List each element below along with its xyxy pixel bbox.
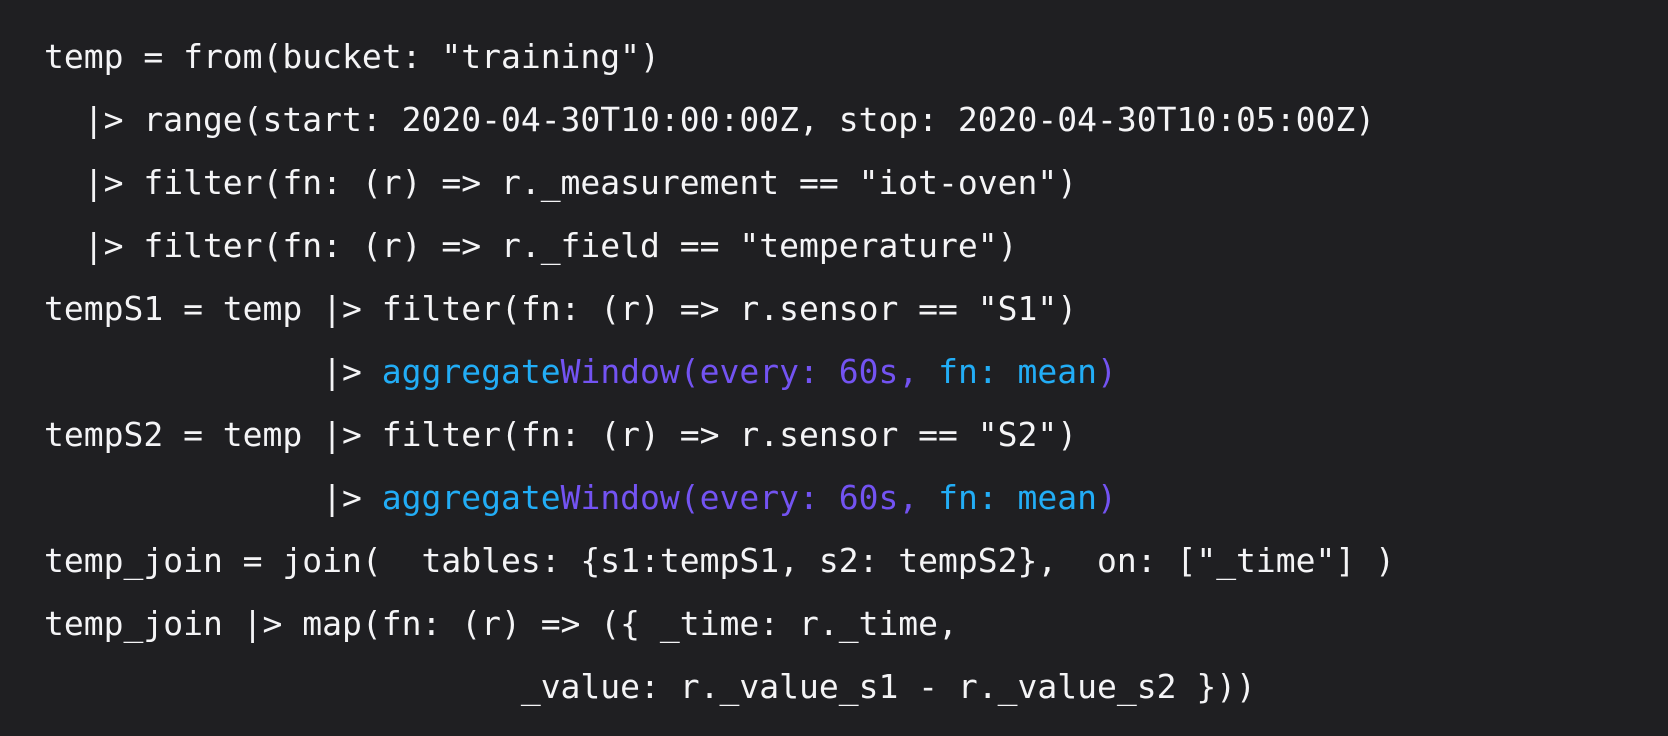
code-token: aggregate (381, 352, 561, 391)
code-line: _value: r._value_s1 - r._value_s2 })) (44, 655, 1668, 718)
code-line: tempS1 = temp |> filter(fn: (r) => r.sen… (44, 277, 1668, 340)
code-token: Window(every: 60s, (560, 352, 939, 391)
code-line: temp_join |> map(fn: (r) => ({ _time: r.… (44, 592, 1668, 655)
code-lines: temp = from(bucket: "training") |> range… (44, 25, 1668, 718)
code-line: temp = from(bucket: "training") (44, 25, 1668, 88)
code-token: ) (1097, 478, 1117, 517)
code-line: |> aggregateWindow(every: 60s, fn: mean) (44, 466, 1668, 529)
code-line: temp_join = join( tables: {s1:tempS1, s2… (44, 529, 1668, 592)
code-token: fn: mean (938, 352, 1098, 391)
code-token: temp_join = join( tables: {s1:tempS1, s2… (44, 541, 1396, 580)
code-token: |> range(start: 2020-04-30T10:00:00Z, st… (44, 100, 1376, 139)
code-token: ) (1097, 352, 1117, 391)
code-token: aggregate (381, 478, 561, 517)
code-line: |> filter(fn: (r) => r._measurement == "… (44, 151, 1668, 214)
code-token: tempS1 = temp |> filter(fn: (r) => r.sen… (44, 289, 1078, 328)
code-token: fn: mean (938, 478, 1098, 517)
code-token: temp_join |> map(fn: (r) => ({ _time: r.… (44, 604, 958, 643)
code-token: |> filter(fn: (r) => r._field == "temper… (44, 226, 1018, 265)
code-line: |> range(start: 2020-04-30T10:00:00Z, st… (44, 88, 1668, 151)
code-token: |> (44, 478, 382, 517)
code-token: temp = from(bucket: "training") (44, 37, 660, 76)
code-token: tempS2 = temp |> filter(fn: (r) => r.sen… (44, 415, 1078, 454)
code-block: temp = from(bucket: "training") |> range… (0, 0, 1668, 736)
code-line: tempS2 = temp |> filter(fn: (r) => r.sen… (44, 403, 1668, 466)
code-token: Window(every: 60s, (560, 478, 939, 517)
code-token: _value: r._value_s1 - r._value_s2 })) (44, 667, 1256, 706)
code-line: |> filter(fn: (r) => r._field == "temper… (44, 214, 1668, 277)
code-line: |> aggregateWindow(every: 60s, fn: mean) (44, 340, 1668, 403)
code-token: |> filter(fn: (r) => r._measurement == "… (44, 163, 1078, 202)
code-token: |> (44, 352, 382, 391)
